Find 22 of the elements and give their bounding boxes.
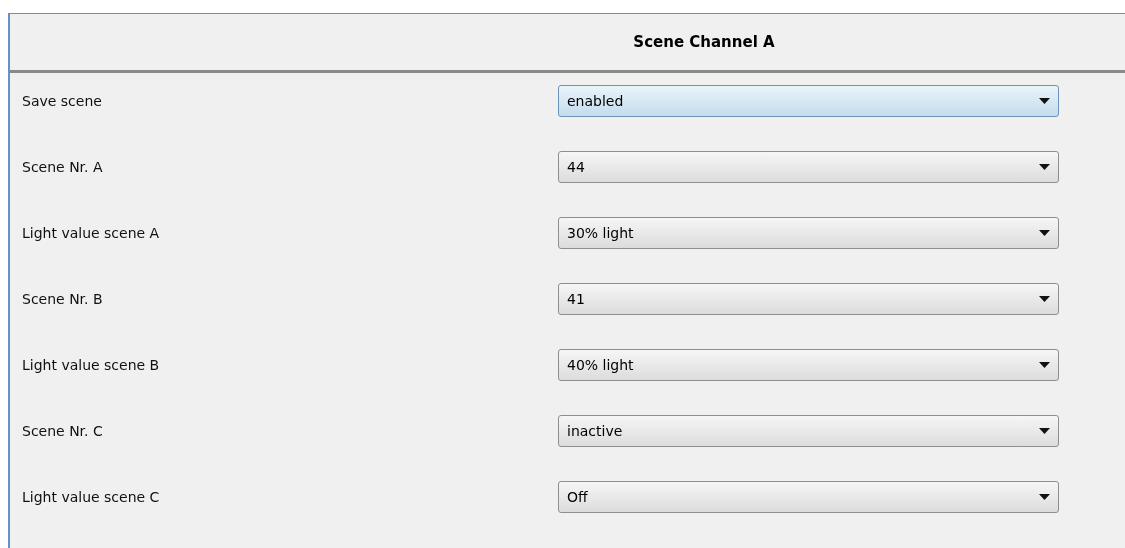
caret-icon: [1039, 164, 1050, 170]
field-label: Light value scene A: [21, 223, 161, 243]
field-label: Scene Nr. B: [21, 289, 104, 309]
caret-icon: [1039, 98, 1050, 104]
caret-icon: [1039, 230, 1050, 236]
field-label: Scene Nr. C: [21, 421, 104, 441]
caret-icon: [1039, 296, 1050, 302]
dropdown[interactable]: 30% light: [558, 217, 1059, 249]
caret-icon: [1039, 428, 1050, 434]
field-label: Light value scene C: [21, 487, 161, 507]
panel-title: Scene Channel A: [632, 31, 776, 53]
field-label: Save scene: [21, 91, 103, 111]
dropdown[interactable]: enabled: [558, 85, 1059, 117]
caret-icon: [1039, 494, 1050, 500]
dropdown[interactable]: Off: [558, 481, 1059, 513]
dropdown[interactable]: inactive: [558, 415, 1059, 447]
dropdown[interactable]: 41: [558, 283, 1059, 315]
dropdown[interactable]: 44: [558, 151, 1059, 183]
field-label: Scene Nr. A: [21, 157, 104, 177]
field-label: Light value scene B: [21, 355, 161, 375]
caret-icon: [1039, 362, 1050, 368]
dropdown[interactable]: 40% light: [558, 349, 1059, 381]
